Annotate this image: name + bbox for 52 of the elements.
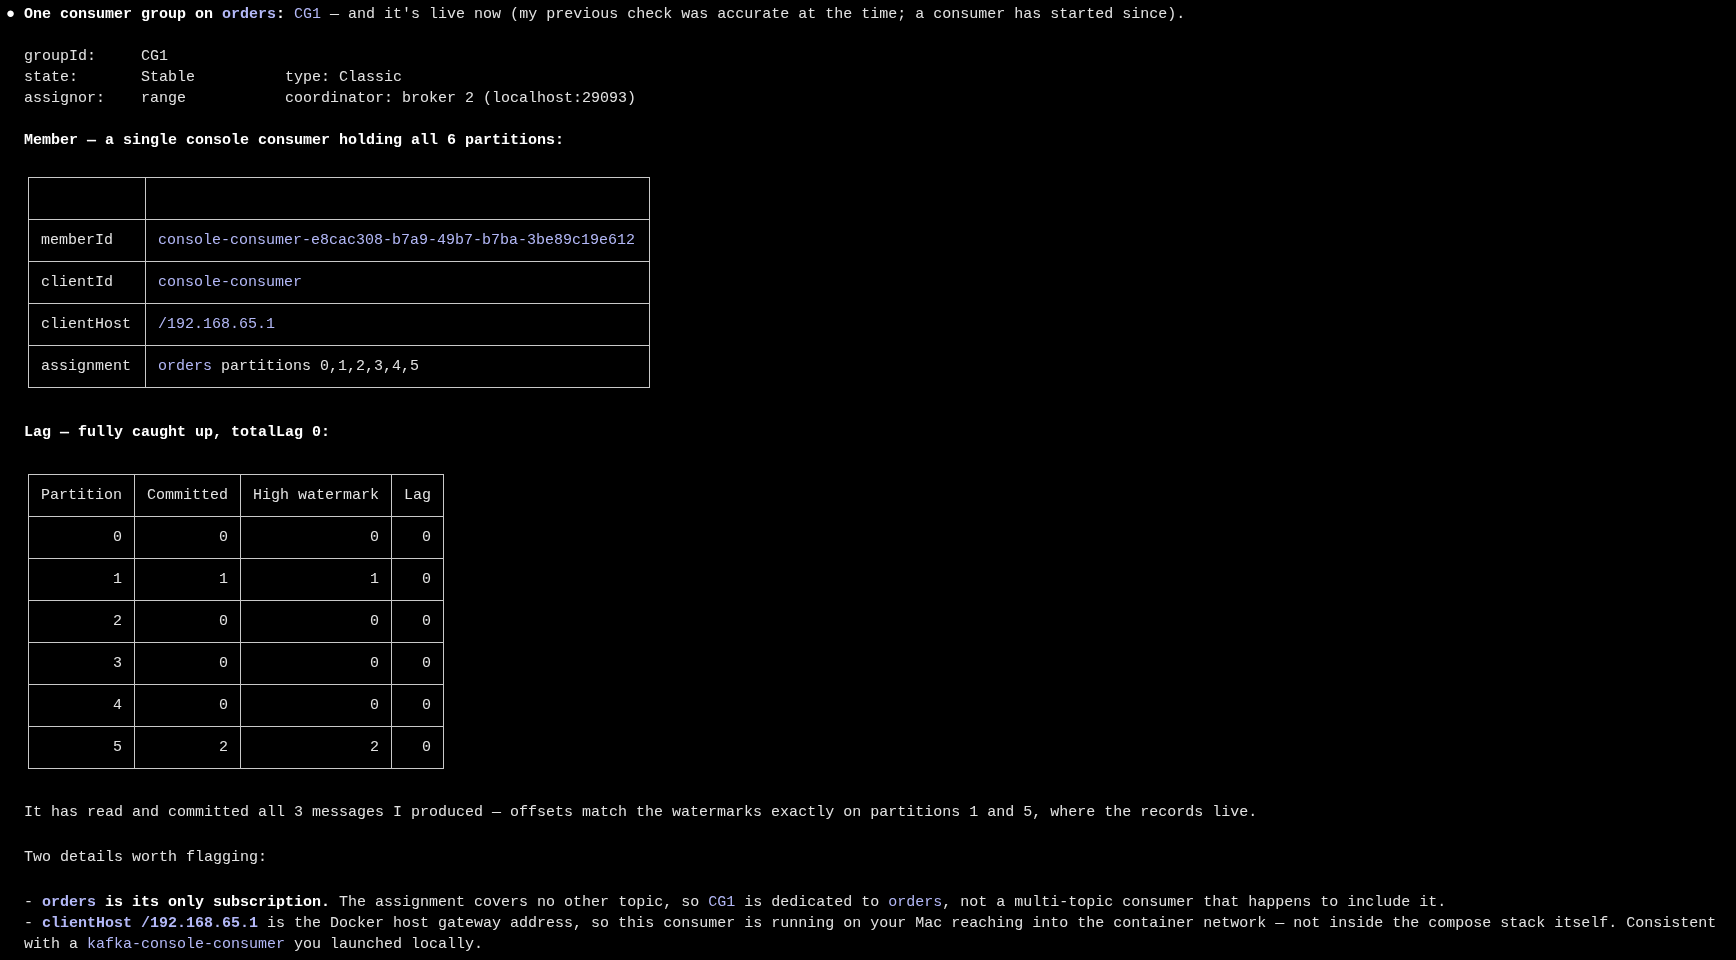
table-cell: 4 bbox=[28, 684, 135, 727]
column-header: High watermark bbox=[240, 474, 392, 517]
details-heading: Two details worth flagging: bbox=[24, 848, 269, 868]
headline: One consumer group on orders: CG1 — and it's live now (my previous check was accurate at the time; a consumer has started since). bbox=[24, 5, 1186, 25]
table-cell: clientHost bbox=[28, 303, 146, 346]
table-cell: 0 bbox=[391, 684, 444, 727]
table-cell: 1 bbox=[28, 558, 135, 601]
table-cell: 0 bbox=[240, 684, 392, 727]
column-header: Partition bbox=[28, 474, 135, 517]
table-cell: 0 bbox=[240, 600, 392, 643]
table-cell: 0 bbox=[134, 684, 241, 727]
field-value: range bbox=[141, 89, 187, 109]
table-cell: /192.168.65.1 bbox=[145, 303, 650, 346]
table-cell: 2 bbox=[240, 726, 392, 769]
field-label: state: bbox=[24, 68, 79, 88]
table-cell: console-consumer-e8cac308-b7a9-49b7-b7ba-3be89c19e612 bbox=[145, 219, 650, 262]
table-cell: memberId bbox=[28, 219, 146, 262]
table-cell: 0 bbox=[134, 600, 241, 643]
section-heading: Member — a single console consumer holding all 6 partitions: bbox=[24, 131, 566, 151]
field-label: assignor: bbox=[24, 89, 106, 109]
table-cell: 0 bbox=[240, 642, 392, 685]
table-cell: orders partitions 0,1,2,3,4,5 bbox=[145, 345, 650, 388]
table-cell: assignment bbox=[28, 345, 146, 388]
section-heading: Lag — fully caught up, totalLag 0: bbox=[24, 423, 332, 443]
field-extra: coordinator: broker 2 (localhost:29093) bbox=[285, 89, 637, 109]
table-cell: 0 bbox=[28, 516, 135, 559]
field-value: CG1 bbox=[141, 47, 169, 67]
table-cell: 0 bbox=[240, 516, 392, 559]
table-cell: 3 bbox=[28, 642, 135, 685]
table-cell: 0 bbox=[134, 642, 241, 685]
table-cell: 1 bbox=[240, 558, 392, 601]
field-extra: type: Classic bbox=[285, 68, 403, 88]
table-cell: 1 bbox=[134, 558, 241, 601]
field-value: Stable bbox=[141, 68, 196, 88]
table-cell: 0 bbox=[391, 642, 444, 685]
bullet-icon: ● bbox=[0, 4, 24, 25]
summary-text: It has read and committed all 3 messages I produced — offsets match the watermarks exactly on partitions 1 and 5, where the records live. bbox=[24, 803, 1259, 823]
detail-item: - clientHost /192.168.65.1 is the Docker host gateway address, so this consumer is running on your Mac reaching into the container network — not inside the compose stack itself. Consistent with a kafka-console-consumer you launched locally. bbox=[24, 914, 1718, 955]
table-cell: clientId bbox=[28, 261, 146, 304]
table-cell: 5 bbox=[28, 726, 135, 769]
table-cell: 2 bbox=[134, 726, 241, 769]
table-cell: 0 bbox=[391, 516, 444, 559]
table-cell: 0 bbox=[391, 726, 444, 769]
field-label: groupId: bbox=[24, 47, 97, 67]
table-cell: console-consumer bbox=[145, 261, 650, 304]
column-header: Committed bbox=[134, 474, 241, 517]
table-cell: 0 bbox=[134, 516, 241, 559]
detail-item: - orders is its only subscription. The assignment covers no other topic, so CG1 is dedicated to orders, not a multi-topic consumer that happens to include it. bbox=[24, 893, 1448, 913]
column-header: Lag bbox=[391, 474, 444, 517]
table-cell: 0 bbox=[391, 600, 444, 643]
table-cell: 2 bbox=[28, 600, 135, 643]
table-cell: 0 bbox=[391, 558, 444, 601]
